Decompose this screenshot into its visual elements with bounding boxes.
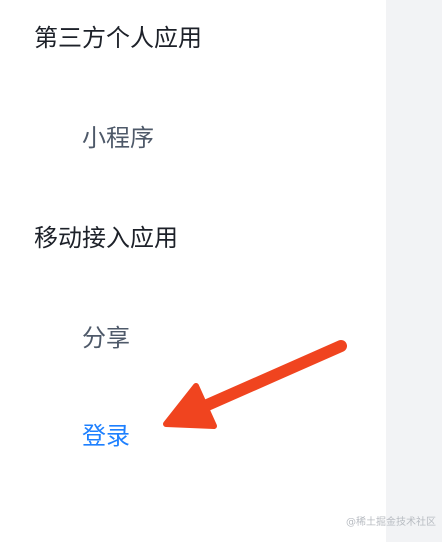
group-title-mobile-access-apps: 移动接入应用 [34, 224, 178, 252]
menu-item-share[interactable]: 分享 [82, 326, 130, 350]
sidebar-menu: 第三方个人应用 小程序 移动接入应用 分享 登录 [0, 0, 386, 542]
menu-item-login[interactable]: 登录 [82, 424, 130, 448]
watermark: @稀土掘金技术社区 [346, 517, 436, 528]
group-title-third-party-personal-apps: 第三方个人应用 [34, 24, 202, 52]
page: 第三方个人应用 小程序 移动接入应用 分享 登录 @稀土掘金技术社区 [0, 0, 442, 542]
menu-item-mini-program[interactable]: 小程序 [82, 126, 154, 150]
content-area [386, 0, 442, 542]
